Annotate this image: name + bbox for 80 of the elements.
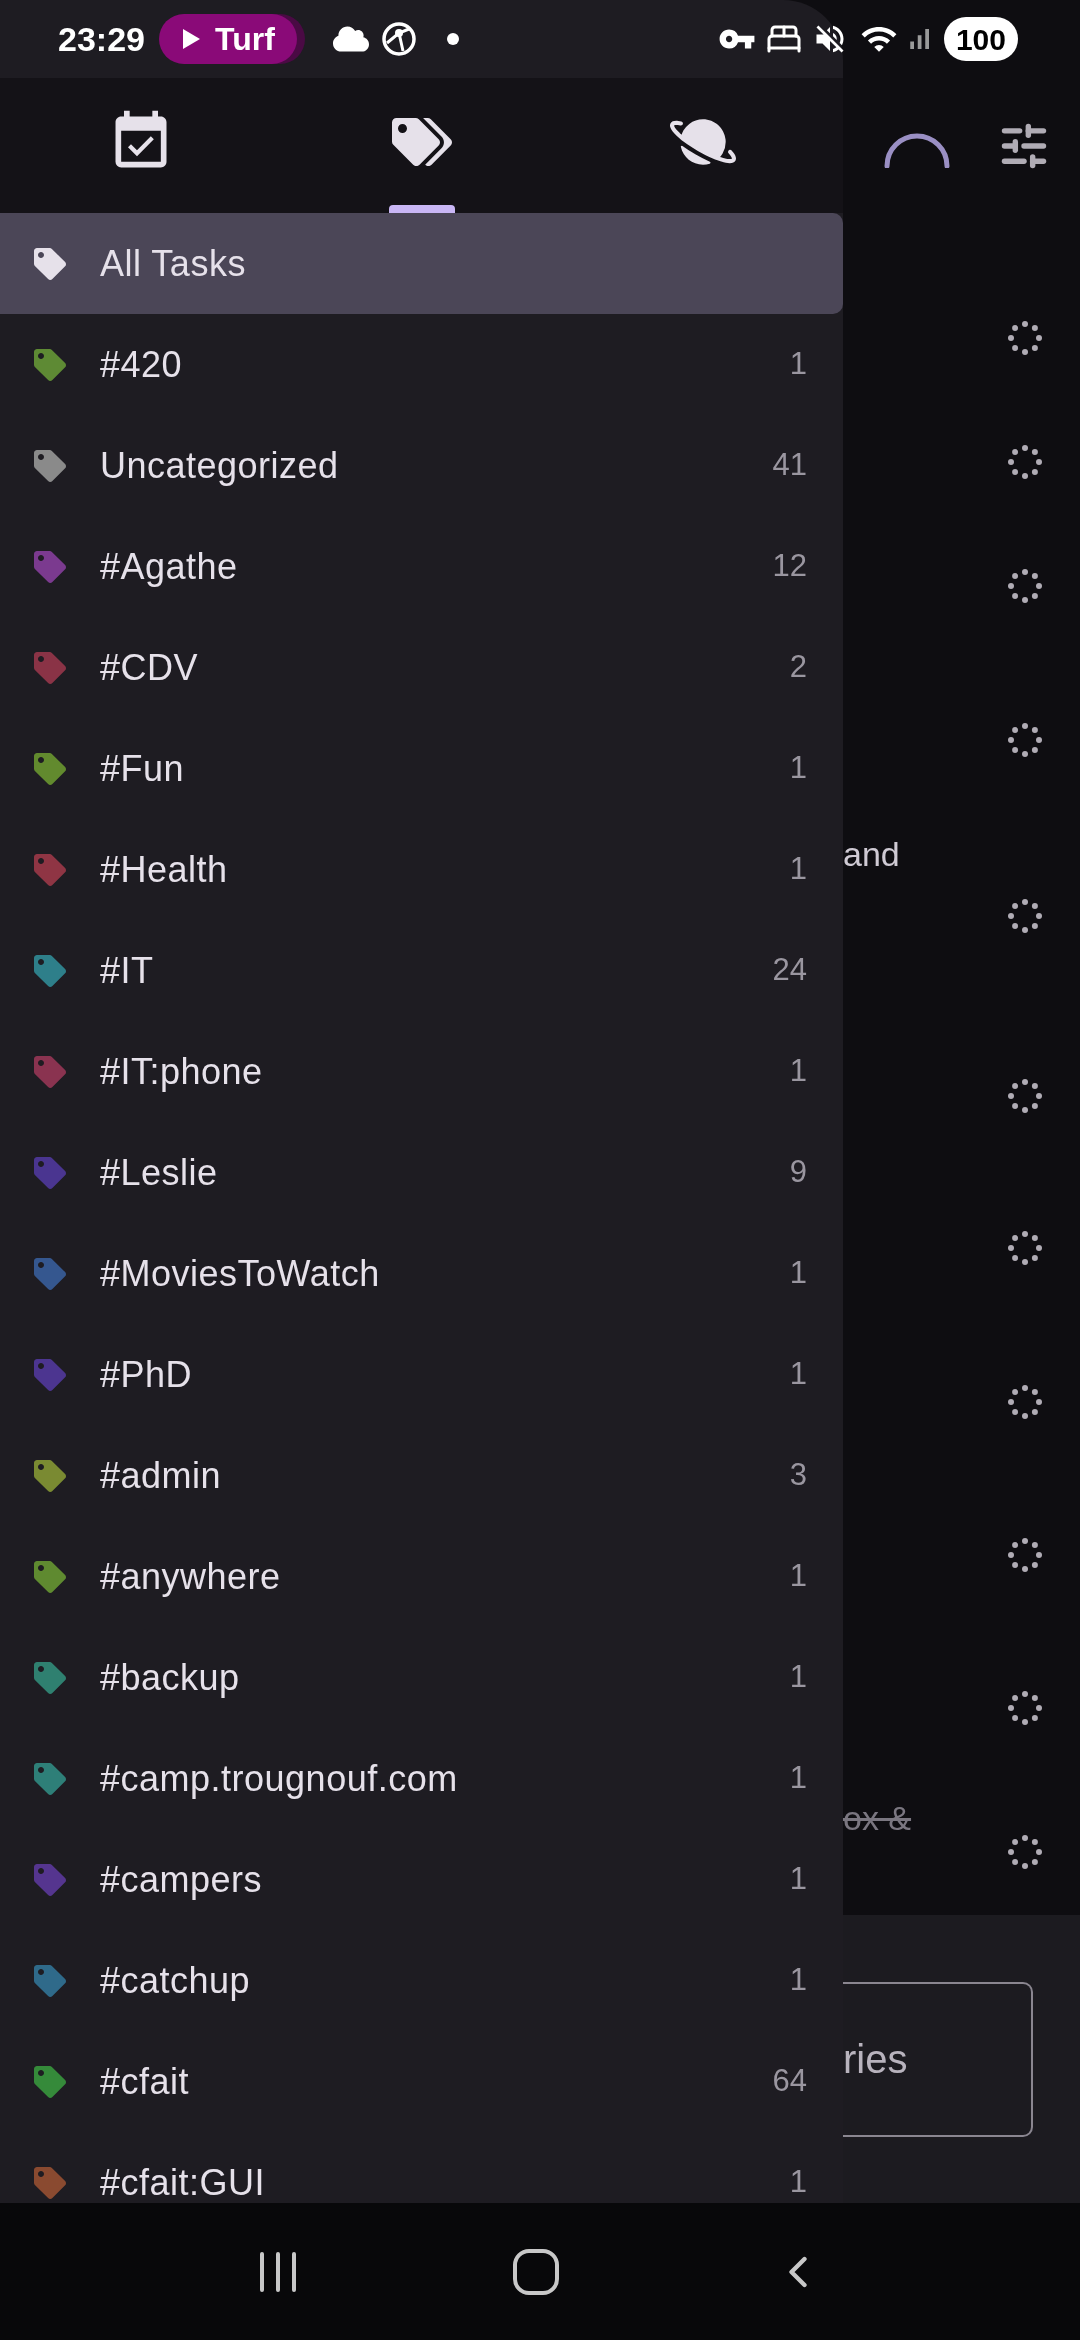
tag-list-item[interactable]: #cfait:GUI 1 <box>0 2132 843 2203</box>
media-title: Turf <box>214 20 275 59</box>
tag-name: #IT <box>100 948 154 993</box>
task-count: 1 <box>789 1355 807 1394</box>
task-count: 1 <box>789 1557 807 1596</box>
task-count: 1 <box>789 1860 807 1899</box>
play-icon <box>180 28 201 50</box>
home-icon[interactable] <box>512 2247 560 2296</box>
loading-dots-icon <box>1007 898 1043 934</box>
tag-name: #Fun <box>100 746 185 791</box>
loading-dots-icon <box>1007 722 1043 758</box>
task-count: 1 <box>789 1052 807 1091</box>
tag-name: #CDV <box>100 645 199 690</box>
loading-dots-icon <box>1007 1537 1043 1573</box>
tag-name: #cfait <box>100 2059 190 2104</box>
tag-list-item[interactable]: #backup 1 <box>0 1627 843 1728</box>
tag-list-item[interactable]: #420 1 <box>0 314 843 415</box>
loading-dots-icon <box>1007 1078 1043 1114</box>
task-count: 64 <box>772 2062 807 2101</box>
task-count: 3 <box>789 1456 807 1495</box>
tag-name: #Agathe <box>100 544 238 589</box>
tag-name: #backup <box>100 1655 240 1700</box>
task-count: 1 <box>789 1961 807 2000</box>
tag-name: #admin <box>100 1453 222 1498</box>
tag-list-item[interactable]: #catchup 1 <box>0 1930 843 2031</box>
task-count: 12 <box>772 547 807 586</box>
tag-name: #MoviesToWatch <box>100 1251 380 1296</box>
loading-dots-icon <box>1007 1834 1043 1870</box>
tag-name: Uncategorized <box>100 443 339 488</box>
battery-level: 100 <box>943 17 1018 61</box>
task-count: 2 <box>789 648 807 687</box>
tag-list-item[interactable]: All Tasks <box>0 213 843 314</box>
tag-list-item[interactable]: #CDV 2 <box>0 617 843 718</box>
tag-name: #PhD <box>100 1352 193 1397</box>
tag-list-item[interactable]: #anywhere 1 <box>0 1526 843 1627</box>
task-count: 1 <box>789 1254 807 1293</box>
tag-name: All Tasks <box>100 241 246 286</box>
tag-name: #cfait:GUI <box>100 2160 266 2203</box>
outlined-button[interactable]: ries <box>843 1981 1033 2137</box>
tag-name: #Leslie <box>100 1150 218 1195</box>
tag-name: #catchup <box>100 1958 251 2003</box>
loading-dots-icon <box>1007 1230 1043 1266</box>
tag-list-item[interactable]: #MoviesToWatch 1 <box>0 1223 843 1324</box>
task-count: 1 <box>789 345 807 384</box>
task-count: 9 <box>789 1153 807 1192</box>
tag-list-item[interactable]: Uncategorized 41 <box>0 415 843 516</box>
task-count: 1 <box>789 1759 807 1798</box>
task-count: 41 <box>772 446 807 485</box>
clock-time: 23:29 <box>58 18 145 60</box>
loading-dots-icon <box>1007 1384 1043 1420</box>
tag-list-item[interactable]: #campers 1 <box>0 1829 843 1930</box>
loading-dots-icon <box>1007 568 1043 604</box>
tag-name: #anywhere <box>100 1554 281 1599</box>
task-count: 24 <box>772 951 807 990</box>
task-text: and <box>843 835 901 873</box>
tag-name: #camp.trougnouf.com <box>100 1756 458 1801</box>
tag-list-item[interactable]: #Health 1 <box>0 819 843 920</box>
tag-list-item[interactable]: #IT 24 <box>0 920 843 1021</box>
network-icon <box>380 21 417 57</box>
tag-list-item[interactable]: #IT:phone 1 <box>0 1021 843 1122</box>
tag-list-item[interactable]: #Agathe 12 <box>0 516 843 617</box>
loading-dots-icon <box>1007 444 1043 480</box>
tag-list-item[interactable]: #admin 3 <box>0 1425 843 1526</box>
loading-dots-icon <box>1007 1690 1043 1726</box>
task-count: 1 <box>789 850 807 889</box>
tag-name: #IT:phone <box>100 1049 263 1094</box>
tag-list-item[interactable]: #Leslie 9 <box>0 1122 843 1223</box>
tag-name: #Health <box>100 847 228 892</box>
task-text: ox & <box>843 1799 913 1837</box>
loading-dots-icon <box>1007 320 1043 356</box>
tag-list-item[interactable]: #cfait 64 <box>0 2031 843 2132</box>
tab-indicator <box>388 205 455 213</box>
task-count: 1 <box>789 1658 807 1697</box>
task-count: 1 <box>789 749 807 788</box>
tag-list-item[interactable]: #PhD 1 <box>0 1324 843 1425</box>
tag-list-item[interactable]: #Fun 1 <box>0 718 843 819</box>
tag-name: #420 <box>100 342 183 387</box>
task-count: 1 <box>789 2163 807 2202</box>
tag-name: #campers <box>100 1857 263 1902</box>
tag-list-item[interactable]: #camp.trougnouf.com 1 <box>0 1728 843 1829</box>
